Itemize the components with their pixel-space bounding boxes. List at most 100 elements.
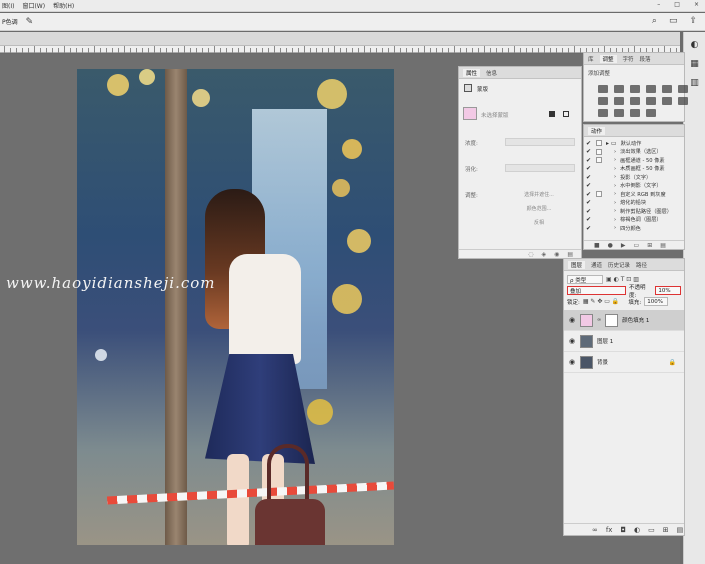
new-layer-icon[interactable]: ⊞: [663, 526, 669, 534]
link-layers-icon[interactable]: ∞: [592, 526, 598, 534]
check-icon[interactable]: ✔: [586, 182, 592, 189]
blend-mode-select[interactable]: 叠加: [567, 286, 626, 295]
dialog-toggle[interactable]: [596, 157, 602, 164]
color-balance-icon[interactable]: [598, 97, 608, 105]
check-icon[interactable]: ✔: [586, 157, 592, 164]
color-icon[interactable]: ◐: [691, 40, 699, 50]
expand-icon[interactable]: ›: [614, 183, 616, 189]
expand-icon[interactable]: ›: [614, 225, 616, 231]
posterize-icon[interactable]: [598, 109, 608, 117]
channel-mixer-icon[interactable]: [646, 97, 656, 105]
black-white-icon[interactable]: [614, 97, 624, 105]
add-mask-icon[interactable]: ◘: [620, 526, 626, 534]
check-icon[interactable]: ✔: [586, 191, 592, 198]
menu-image[interactable]: 图(I): [2, 1, 14, 10]
invert-icon[interactable]: [678, 97, 688, 105]
menu-window[interactable]: 窗口(W): [22, 1, 45, 10]
expand-icon[interactable]: ›: [614, 191, 616, 197]
check-icon[interactable]: ✔: [586, 174, 592, 181]
check-icon[interactable]: ✔: [586, 225, 592, 232]
threshold-icon[interactable]: [614, 109, 624, 117]
share-icon[interactable]: ⇪: [689, 16, 697, 26]
expand-icon[interactable]: ›: [614, 208, 616, 214]
dialog-toggle[interactable]: [596, 191, 602, 198]
menu-help[interactable]: 帮助(H): [53, 1, 74, 10]
eye-icon[interactable]: ◉: [569, 337, 576, 345]
new-set-icon[interactable]: ▭: [634, 242, 640, 249]
tab-layers[interactable]: 图层: [568, 260, 586, 269]
tab-channels[interactable]: 通道: [591, 261, 602, 269]
play-icon[interactable]: ▶: [621, 242, 626, 249]
fx-icon[interactable]: fx: [606, 526, 613, 534]
maximize-button[interactable]: □: [674, 1, 680, 8]
check-icon[interactable]: ✔: [586, 165, 592, 172]
fill-field[interactable]: 100%: [644, 297, 669, 306]
vibrance-icon[interactable]: [662, 85, 672, 93]
tab-info[interactable]: 信息: [486, 69, 497, 77]
action-item[interactable]: ✔ ▸ ▭ 默认动作: [586, 139, 684, 148]
eye-icon[interactable]: ◉: [569, 316, 576, 324]
gradient-icon[interactable]: ▥: [690, 78, 699, 88]
tab-actions[interactable]: 动作: [588, 126, 606, 135]
action-item[interactable]: ✔ › 投影（文字）: [586, 173, 684, 182]
expand-icon[interactable]: ›: [614, 166, 616, 172]
trash-icon[interactable]: ▤: [677, 526, 684, 534]
tab-character[interactable]: 字符: [623, 55, 634, 63]
layer-row[interactable]: ◉ 图层 1: [564, 331, 684, 352]
lock-icons[interactable]: ▦ ✎ ✥ ▭ 🔒: [583, 298, 620, 305]
layer-filter-select[interactable]: ρ 类型: [567, 275, 603, 284]
minimize-button[interactable]: –: [657, 1, 660, 8]
mask-thumbnail[interactable]: [463, 107, 477, 120]
record-icon[interactable]: ●: [608, 242, 613, 249]
stop-icon[interactable]: ■: [594, 242, 600, 249]
brush-icon[interactable]: ✎: [26, 17, 34, 27]
new-adjustment-icon[interactable]: ◐: [634, 526, 640, 534]
tab-adjustments[interactable]: 调整: [599, 54, 617, 63]
swatches-icon[interactable]: ▦: [690, 59, 699, 69]
check-icon[interactable]: ✔: [586, 208, 592, 215]
hsl-icon[interactable]: [678, 85, 688, 93]
expand-icon[interactable]: ›: [614, 217, 616, 223]
trash-icon[interactable]: ▤: [660, 242, 666, 249]
feather-field[interactable]: [505, 164, 575, 172]
check-icon[interactable]: ✔: [586, 140, 592, 147]
color-lookup-icon[interactable]: [662, 97, 672, 105]
brightness-icon[interactable]: [598, 85, 608, 93]
action-item[interactable]: ✔ › 四分颜色: [586, 224, 684, 233]
close-button[interactable]: ×: [694, 1, 699, 8]
action-item[interactable]: ✔ › 棕褐色调（图层）: [586, 216, 684, 225]
action-item[interactable]: ✔ › 木质画框 - 50 像素: [586, 165, 684, 174]
check-icon[interactable]: ✔: [586, 199, 592, 206]
workspace-icon[interactable]: ▭: [669, 16, 678, 26]
tab-paragraph[interactable]: 段落: [640, 55, 651, 63]
invert-button[interactable]: 反相: [509, 219, 569, 227]
levels-icon[interactable]: [614, 85, 624, 93]
action-item[interactable]: ✔ › 画框通道 - 50 像素: [586, 156, 684, 165]
document-photo[interactable]: [77, 69, 394, 545]
expand-icon[interactable]: ›: [614, 174, 616, 180]
layer-row[interactable]: ◉ 背景 🔒: [564, 352, 684, 373]
selective-color-icon[interactable]: [646, 109, 656, 117]
dialog-toggle[interactable]: [596, 140, 602, 147]
tab-history[interactable]: 历史记录: [608, 261, 630, 269]
new-action-icon[interactable]: ⊞: [647, 242, 652, 249]
tool-preset-label[interactable]: P色调: [2, 17, 18, 26]
action-item[interactable]: ✔ › 熔化的铅块: [586, 199, 684, 208]
expand-icon[interactable]: ›: [614, 200, 616, 206]
expand-icon[interactable]: ›: [614, 157, 616, 163]
load-selection-icon[interactable]: ◌: [528, 251, 533, 258]
action-item[interactable]: ✔ › 自定义 RGB 到灰度: [586, 190, 684, 199]
action-item[interactable]: ✔ › 淡出效果（选区）: [586, 148, 684, 157]
expand-icon[interactable]: ›: [614, 149, 616, 155]
gradient-map-icon[interactable]: [630, 109, 640, 117]
action-item[interactable]: ✔ › 水中倒影（文字）: [586, 182, 684, 191]
visibility-icon[interactable]: ◉: [554, 251, 559, 258]
select-and-mask-button[interactable]: 选择并遮住...: [509, 191, 569, 199]
pixel-mask-icon[interactable]: [549, 111, 555, 117]
new-group-icon[interactable]: ▭: [648, 526, 655, 534]
tab-properties[interactable]: 属性: [463, 68, 481, 77]
color-range-button[interactable]: 颜色范围...: [509, 205, 569, 213]
layer-row[interactable]: ◉ ∞ 颜色填充 1: [564, 310, 684, 331]
dialog-toggle[interactable]: [596, 148, 602, 155]
tab-paths[interactable]: 路径: [636, 261, 647, 269]
